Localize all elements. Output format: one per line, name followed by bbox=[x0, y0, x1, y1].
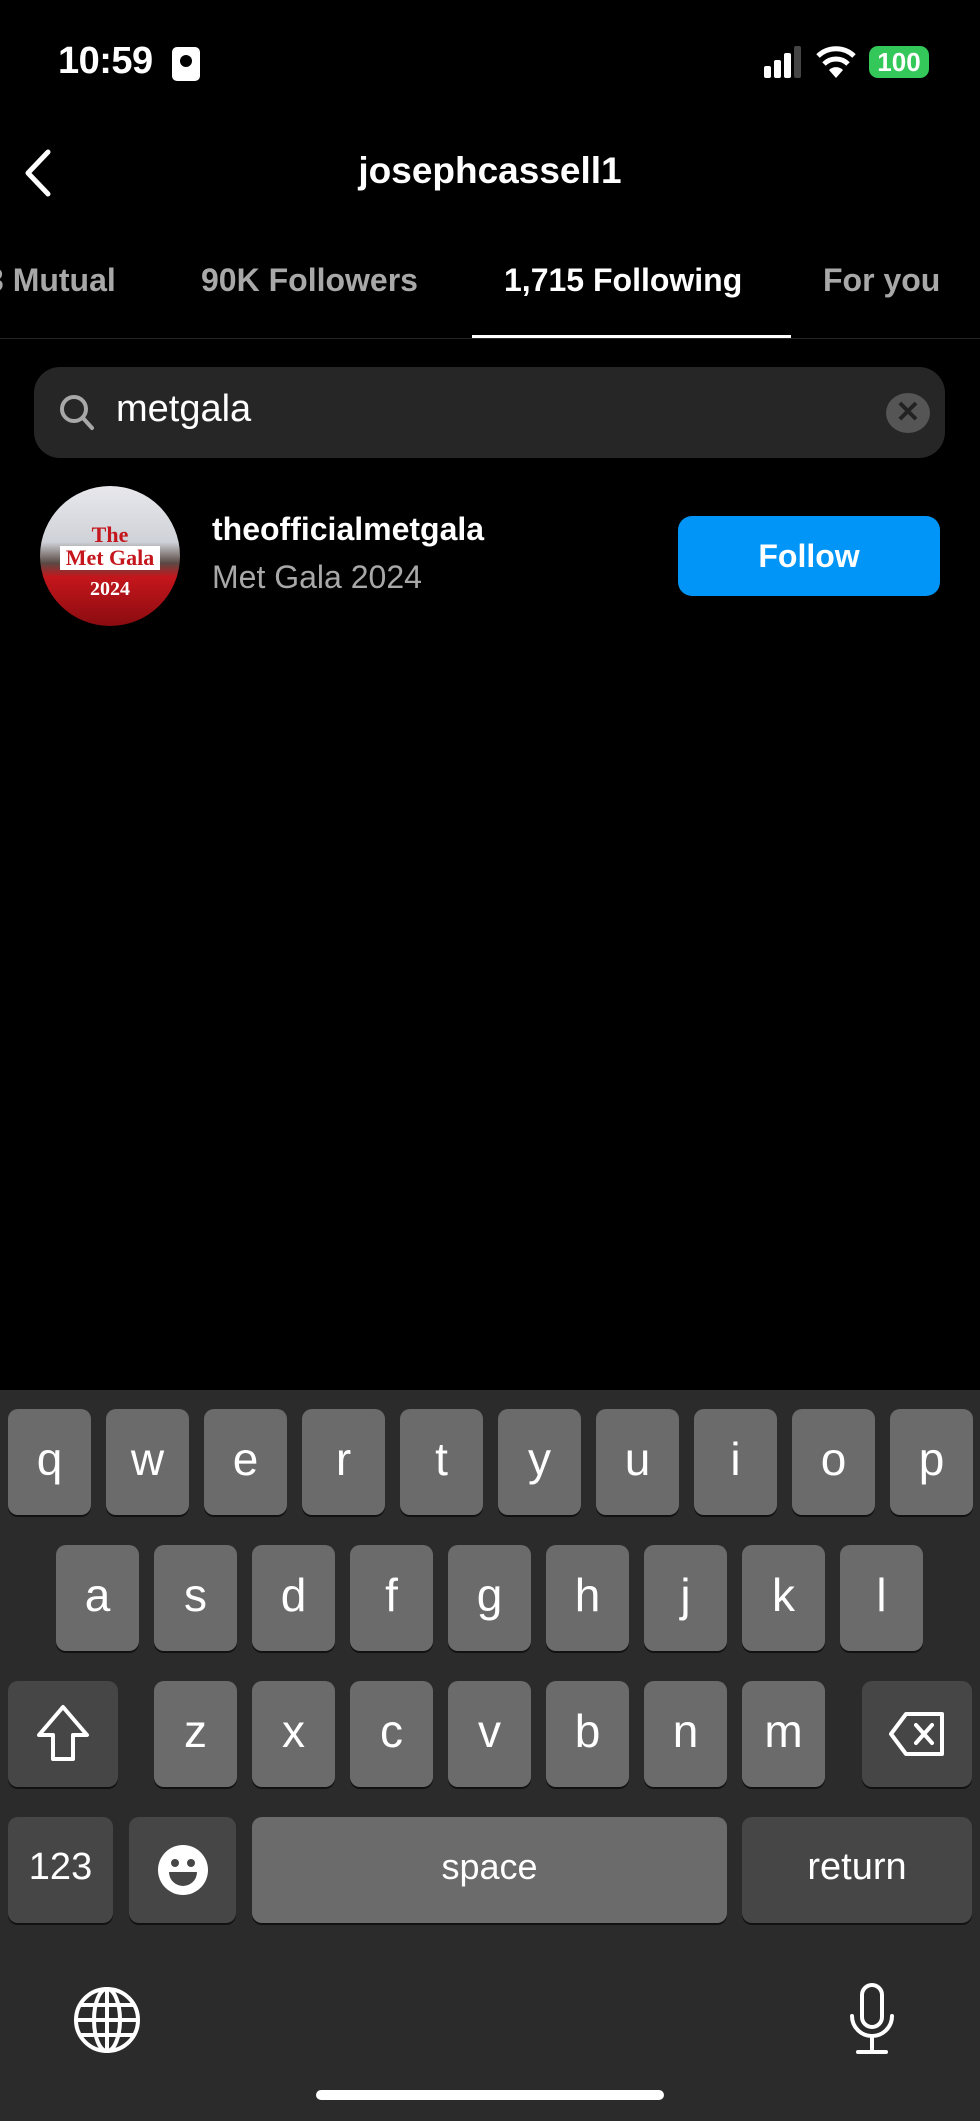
numbers-key[interactable]: 123 bbox=[8, 1817, 113, 1923]
key-j[interactable]: j bbox=[644, 1545, 727, 1651]
shift-icon bbox=[37, 1705, 89, 1761]
key-y[interactable]: y bbox=[498, 1409, 581, 1515]
microphone-icon[interactable] bbox=[846, 1982, 898, 2056]
key-e[interactable]: e bbox=[204, 1409, 287, 1515]
tab-for-you[interactable]: For you bbox=[823, 262, 940, 299]
wifi-icon bbox=[816, 46, 856, 78]
avatar-logo-text: Met Gala bbox=[60, 546, 160, 570]
avatar-logo-text: 2024 bbox=[90, 578, 130, 600]
status-time: 10:59 bbox=[58, 40, 153, 82]
result-full-name: Met Gala 2024 bbox=[212, 559, 422, 595]
key-f[interactable]: f bbox=[350, 1545, 433, 1651]
key-v[interactable]: v bbox=[448, 1681, 531, 1787]
search-value[interactable]: metgala bbox=[116, 388, 251, 431]
key-z[interactable]: z bbox=[154, 1681, 237, 1787]
key-n[interactable]: n bbox=[644, 1681, 727, 1787]
tab-mutual[interactable]: 3 Mutual bbox=[0, 262, 116, 299]
tab-followers[interactable]: 90K Followers bbox=[201, 262, 418, 299]
key-u[interactable]: u bbox=[596, 1409, 679, 1515]
key-c[interactable]: c bbox=[350, 1681, 433, 1787]
key-g[interactable]: g bbox=[448, 1545, 531, 1651]
key-b[interactable]: b bbox=[546, 1681, 629, 1787]
battery-icon: 100 bbox=[869, 46, 929, 78]
key-o[interactable]: o bbox=[792, 1409, 875, 1515]
cellular-signal-icon bbox=[764, 46, 801, 78]
follow-button[interactable]: Follow bbox=[678, 516, 940, 596]
key-q[interactable]: q bbox=[8, 1409, 91, 1515]
search-icon bbox=[60, 395, 94, 430]
backspace-icon bbox=[889, 1712, 944, 1756]
result-username[interactable]: theofficialmetgala bbox=[212, 511, 484, 548]
key-t[interactable]: t bbox=[400, 1409, 483, 1515]
key-k[interactable]: k bbox=[742, 1545, 825, 1651]
key-a[interactable]: a bbox=[56, 1545, 139, 1651]
key-s[interactable]: s bbox=[154, 1545, 237, 1651]
emoji-icon bbox=[157, 1845, 208, 1895]
key-p[interactable]: p bbox=[890, 1409, 973, 1515]
key-h[interactable]: h bbox=[546, 1545, 629, 1651]
key-d[interactable]: d bbox=[252, 1545, 335, 1651]
delete-key[interactable] bbox=[862, 1681, 972, 1787]
key-l[interactable]: l bbox=[840, 1545, 923, 1651]
tab-following[interactable]: 1,715 Following bbox=[504, 262, 742, 299]
key-m[interactable]: m bbox=[742, 1681, 825, 1787]
key-r[interactable]: r bbox=[302, 1409, 385, 1515]
contact-card-icon bbox=[172, 47, 200, 81]
return-key[interactable]: return bbox=[742, 1817, 972, 1923]
clear-icon[interactable]: ✕ bbox=[886, 393, 930, 433]
shift-key[interactable] bbox=[8, 1681, 118, 1787]
divider bbox=[0, 338, 980, 339]
globe-icon[interactable] bbox=[72, 1985, 142, 2055]
space-key[interactable]: space bbox=[252, 1817, 727, 1923]
emoji-key[interactable] bbox=[129, 1817, 236, 1923]
key-i[interactable]: i bbox=[694, 1409, 777, 1515]
avatar[interactable]: The Met Gala 2024 bbox=[40, 486, 180, 626]
home-indicator[interactable] bbox=[316, 2090, 664, 2100]
key-w[interactable]: w bbox=[106, 1409, 189, 1515]
page-title: josephcassell1 bbox=[358, 150, 622, 191]
key-x[interactable]: x bbox=[252, 1681, 335, 1787]
